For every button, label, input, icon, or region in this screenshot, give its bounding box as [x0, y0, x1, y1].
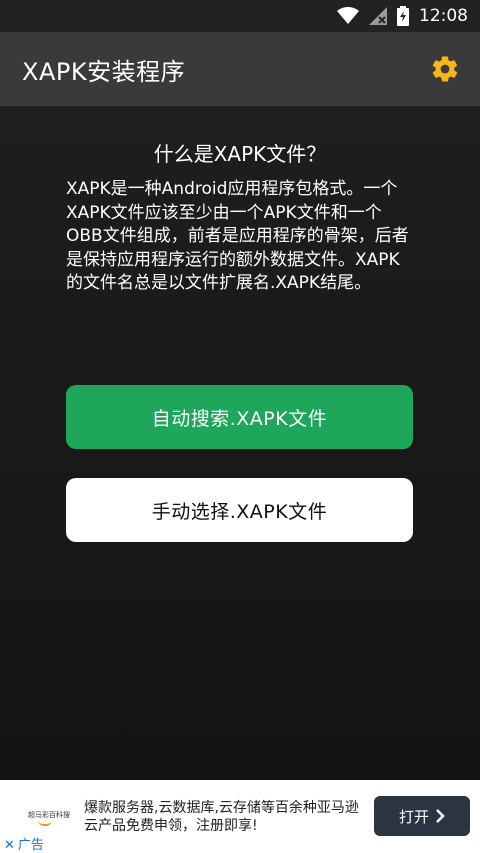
status-time: 12:08	[419, 6, 468, 26]
status-bar: 12:08	[0, 0, 480, 32]
ad-logo-smile-icon	[38, 820, 52, 826]
app-title: XAPK安装程序	[22, 57, 186, 86]
main-content: 什么是XAPK文件？ XAPK是一种Android应用程序包格式。一个XAPK文…	[0, 106, 480, 780]
ad-badge[interactable]: ✕ 广告	[4, 834, 44, 853]
info-heading: 什么是XAPK文件？	[153, 142, 327, 166]
signal-icon	[369, 7, 387, 25]
settings-gear-icon[interactable]	[430, 54, 460, 84]
auto-search-button[interactable]: 自动搜索.XAPK文件	[66, 385, 413, 449]
close-icon[interactable]: ✕	[4, 838, 15, 853]
ad-logo: 超马彩百科搜	[28, 811, 70, 819]
chevron-right-icon	[436, 809, 445, 823]
app-bar: XAPK安装程序	[0, 32, 480, 106]
ad-text: 爆款服务器,云数据库,云存储等百余种亚马逊云产品免费申领，注册即享!	[84, 800, 359, 834]
battery-icon	[397, 6, 409, 26]
ad-badge-label: 广告	[17, 838, 44, 853]
ad-banner[interactable]: 超马彩百科搜 爆款服务器,云数据库,云存储等百余种亚马逊云产品免费申领，注册即享…	[0, 780, 480, 853]
manual-select-button[interactable]: 手动选择.XAPK文件	[66, 478, 413, 542]
ad-open-button[interactable]: 打开	[374, 796, 470, 836]
info-description: XAPK是一种Android应用程序包格式。一个XAPK文件应该至少由一个APK…	[66, 179, 409, 293]
wifi-icon	[337, 7, 359, 24]
ad-open-label: 打开	[398, 807, 429, 826]
